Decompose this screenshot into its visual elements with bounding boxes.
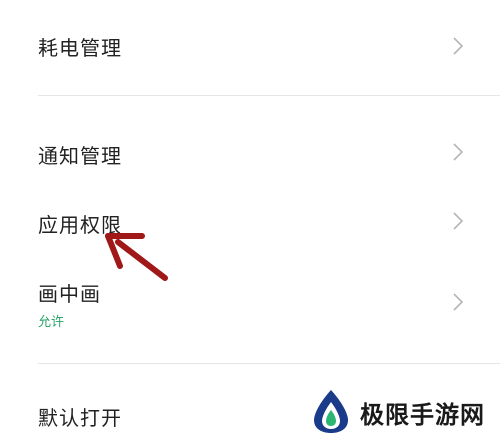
settings-item-picture-in-picture[interactable]: 画中画 允许: [0, 268, 500, 338]
section-divider: [38, 363, 500, 364]
settings-item-app-permissions[interactable]: 应用权限: [0, 195, 500, 249]
settings-item-label: 默认打开: [38, 406, 122, 430]
settings-item-status: 允许: [38, 315, 65, 330]
section-divider: [38, 95, 500, 96]
settings-item-notification-management[interactable]: 通知管理: [0, 126, 500, 180]
settings-item-label: 耗电管理: [38, 36, 122, 60]
annotation-arrow-icon: [105, 233, 168, 281]
settings-item-power-management[interactable]: 耗电管理: [0, 18, 500, 72]
settings-screen: 耗电管理 通知管理 应用权限 画中画 允许 默认打开 极限手游网: [0, 0, 500, 438]
watermark: 极限手游网: [302, 383, 500, 438]
chevron-right-icon: [453, 293, 464, 311]
site-logo-icon: [314, 390, 348, 433]
settings-item-label: 通知管理: [38, 144, 122, 168]
settings-item-label: 画中画: [38, 282, 101, 306]
chevron-right-icon: [453, 143, 464, 161]
chevron-right-icon: [453, 212, 464, 230]
watermark-text: 极限手游网: [360, 400, 485, 429]
chevron-right-icon: [453, 37, 464, 55]
